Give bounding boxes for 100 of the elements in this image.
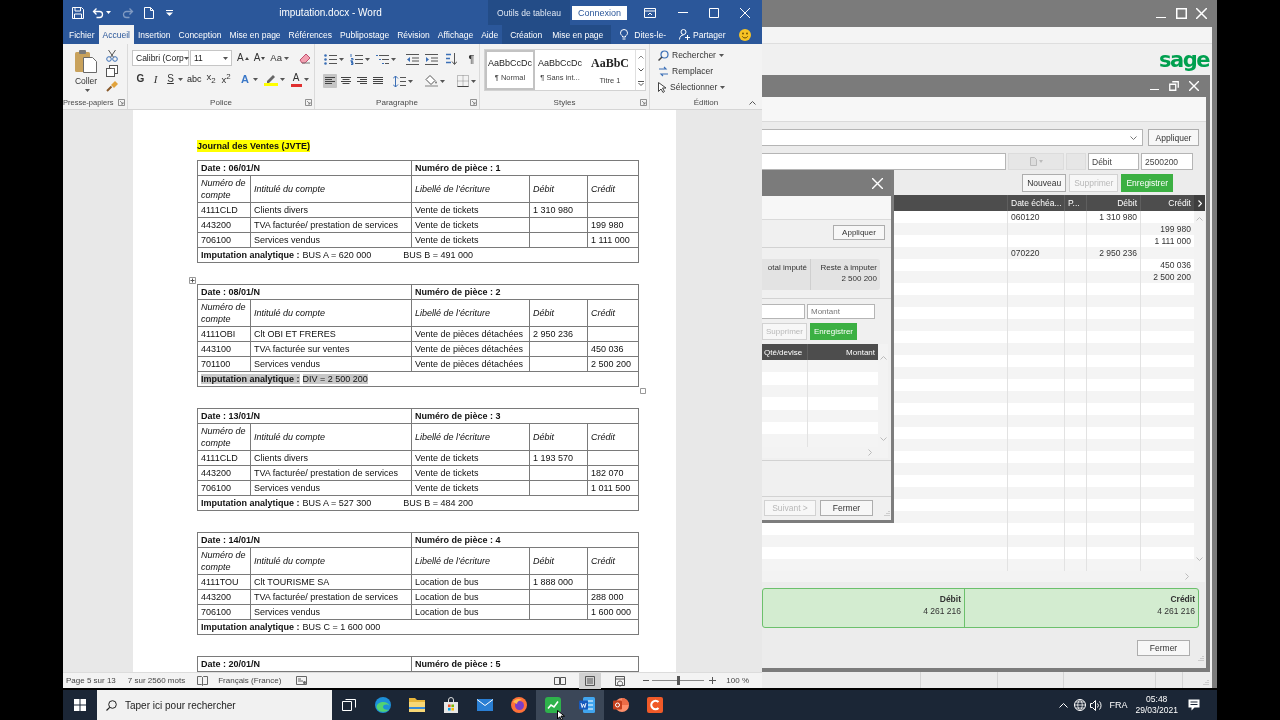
ribbon-tab[interactable]: Conception bbox=[174, 25, 226, 44]
windows-logo-icon[interactable] bbox=[74, 699, 86, 711]
italic-button[interactable]: I bbox=[150, 71, 161, 87]
font-color-button[interactable]: A bbox=[290, 71, 302, 87]
chevron-down-icon[interactable] bbox=[637, 67, 644, 72]
caret-icon[interactable] bbox=[279, 77, 285, 81]
find-button[interactable]: Rechercher bbox=[658, 49, 762, 61]
ribbon-tab[interactable]: Insertion bbox=[133, 25, 175, 44]
clock-time[interactable]: 05:48 bbox=[1146, 694, 1168, 705]
ribbon-tab[interactable]: Aide bbox=[477, 25, 503, 44]
slider-thumb[interactable] bbox=[677, 676, 681, 685]
tell-me-field[interactable]: Dites-le- bbox=[634, 29, 666, 40]
amount-field[interactable]: 2500200 bbox=[1141, 153, 1193, 170]
sign-in-button[interactable]: Connexion bbox=[572, 5, 627, 20]
close-icon[interactable] bbox=[1189, 81, 1199, 91]
close-icon[interactable] bbox=[1196, 8, 1207, 19]
notification-icon[interactable] bbox=[1188, 699, 1200, 711]
input-language[interactable]: FRA bbox=[1109, 700, 1128, 710]
caret-icon[interactable] bbox=[440, 79, 445, 83]
scroll-columns-button[interactable] bbox=[1194, 195, 1205, 211]
scissors-icon[interactable] bbox=[106, 50, 118, 62]
clipboard-icon[interactable] bbox=[75, 49, 97, 73]
macro-record-icon[interactable] bbox=[296, 676, 308, 685]
dialog-button[interactable]: Fermer bbox=[820, 499, 873, 516]
column-header[interactable]: Qté/devise bbox=[762, 344, 807, 360]
select-button[interactable]: Sélectionner bbox=[658, 81, 762, 93]
caret-icon[interactable] bbox=[283, 56, 289, 60]
bullet-list-icon[interactable] bbox=[324, 53, 337, 65]
apply-button[interactable]: Appliquer bbox=[833, 225, 885, 240]
zoom-level[interactable]: 100 % bbox=[726, 676, 749, 685]
proofing-book-icon[interactable] bbox=[197, 675, 209, 686]
caret-icon[interactable] bbox=[471, 79, 476, 83]
new-button[interactable]: Nouveau bbox=[1022, 174, 1067, 192]
caret-icon[interactable] bbox=[339, 57, 344, 61]
language-label[interactable]: Français (France) bbox=[218, 676, 282, 685]
underline-button[interactable]: S bbox=[165, 71, 176, 87]
input-field[interactable] bbox=[762, 304, 805, 319]
resize-handle-icon[interactable] bbox=[640, 388, 646, 394]
decrease-indent-icon[interactable] bbox=[406, 53, 419, 65]
customize-menu-icon[interactable] bbox=[166, 9, 173, 16]
caret-icon[interactable] bbox=[408, 79, 413, 83]
ribbon-tab[interactable]: Fichier bbox=[65, 25, 99, 44]
resize-grip-icon[interactable] bbox=[884, 509, 890, 516]
share-button[interactable]: Partager bbox=[679, 25, 726, 44]
smiley-icon[interactable] bbox=[739, 28, 751, 41]
subscript-button[interactable]: x$_{2}$ bbox=[205, 71, 217, 87]
caret-icon[interactable] bbox=[252, 77, 258, 81]
ribbon-tab[interactable]: Mise en page bbox=[547, 25, 609, 44]
close-button[interactable]: Fermer bbox=[1137, 640, 1190, 656]
dialog-launcher-icon[interactable] bbox=[118, 99, 125, 106]
close-icon[interactable] bbox=[740, 7, 750, 18]
close-icon[interactable] bbox=[872, 177, 883, 189]
resize-grip-icon[interactable] bbox=[1198, 655, 1204, 661]
bold-button[interactable]: G bbox=[135, 71, 146, 87]
copy-icon[interactable] bbox=[106, 65, 118, 77]
taskbar-button[interactable] bbox=[570, 690, 604, 720]
numbered-list-icon[interactable] bbox=[350, 53, 363, 65]
page-count[interactable]: Page 5 sur 13 bbox=[66, 676, 116, 685]
horizontal-scrollbar[interactable] bbox=[762, 571, 1205, 582]
show-marks-button[interactable]: ¶ bbox=[466, 51, 477, 67]
dialog-launcher-icon[interactable] bbox=[305, 99, 312, 106]
print-view-icon[interactable] bbox=[579, 672, 602, 689]
undo-icon[interactable] bbox=[92, 6, 104, 19]
dropdown-field[interactable] bbox=[1008, 153, 1064, 170]
ribbon-tab[interactable]: Accueil bbox=[98, 25, 134, 44]
line-spacing-icon[interactable] bbox=[393, 75, 406, 87]
font-name-field[interactable]: Calibri (Corp bbox=[132, 50, 189, 66]
ribbon-tab[interactable]: Publipostage bbox=[336, 25, 394, 44]
chevron-up-icon[interactable] bbox=[749, 101, 756, 105]
highlighter-icon[interactable] bbox=[263, 72, 278, 86]
maximize-icon[interactable] bbox=[709, 7, 719, 18]
apply-button[interactable]: Appliquer bbox=[1148, 129, 1199, 146]
lightbulb-icon[interactable] bbox=[620, 29, 629, 40]
maximize-icon[interactable] bbox=[1176, 8, 1187, 19]
eraser-icon[interactable] bbox=[298, 52, 311, 64]
task-view-icon[interactable] bbox=[342, 699, 356, 711]
new-document-icon[interactable] bbox=[144, 6, 154, 19]
taskbar-button[interactable] bbox=[536, 690, 570, 720]
more-icon[interactable] bbox=[637, 80, 644, 86]
grow-font-button[interactable]: A bbox=[237, 50, 249, 66]
paste-button[interactable]: Coller bbox=[74, 76, 98, 86]
ribbon-tab[interactable]: Affichage bbox=[433, 25, 478, 44]
increase-indent-icon[interactable] bbox=[425, 53, 438, 65]
caret-icon[interactable] bbox=[178, 77, 183, 81]
caret-icon[interactable] bbox=[365, 57, 370, 61]
borders-icon[interactable] bbox=[457, 75, 469, 87]
brush-icon[interactable] bbox=[106, 80, 118, 92]
replace-button[interactable]: Remplacer bbox=[658, 65, 762, 77]
ribbon-tab[interactable]: Révision bbox=[393, 25, 434, 44]
move-handle-icon[interactable] bbox=[189, 277, 196, 284]
search-field[interactable]: Taper ici pour rechercher bbox=[97, 690, 332, 720]
font-size-field[interactable]: 11 bbox=[190, 50, 232, 66]
ribbon-display-icon[interactable] bbox=[644, 7, 656, 18]
shrink-font-button[interactable]: A bbox=[253, 50, 266, 66]
ribbon-tab[interactable]: Références bbox=[284, 25, 337, 44]
amount-field[interactable]: Montant bbox=[807, 304, 875, 319]
text-effects-button[interactable]: A bbox=[239, 71, 251, 87]
speaker-icon[interactable] bbox=[1090, 699, 1103, 711]
input-field[interactable] bbox=[762, 153, 1006, 170]
superscript-button[interactable]: x$^{2}$ bbox=[220, 71, 232, 87]
